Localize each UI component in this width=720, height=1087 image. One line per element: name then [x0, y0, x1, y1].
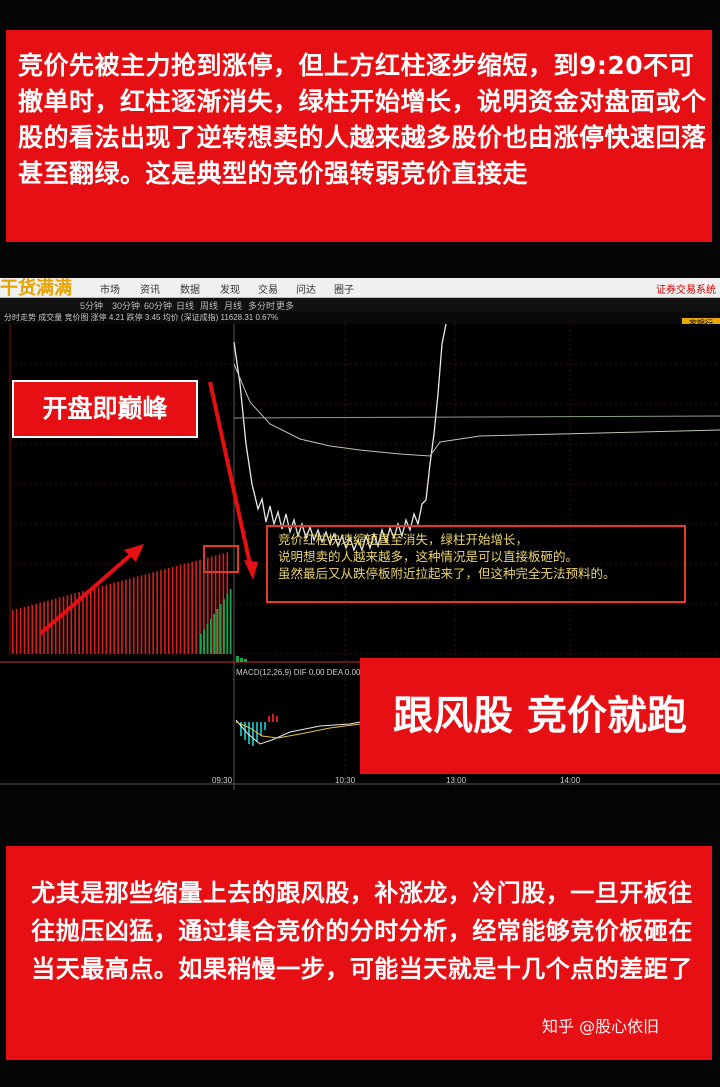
auction-bar-red: [195, 560, 197, 654]
auction-bar-red: [101, 585, 104, 654]
auction-bar-green: [213, 614, 215, 654]
tab-5min[interactable]: 5分钟: [80, 299, 103, 312]
annotation-line-1: 竞价红柱快速缩短直至消失，绿柱开始增长，: [278, 532, 529, 547]
top-explanation-text: 竞价先被主力抢到涨停，但上方红柱逐步缩短，到9:20不可撤单时，红柱逐渐消失，绿…: [18, 51, 707, 188]
time-label-1030: 10:30: [335, 776, 356, 785]
auction-bar-red: [179, 564, 182, 654]
auction-bar-red: [82, 591, 84, 654]
auction-bar-red: [12, 610, 14, 654]
stock-chart-screenshot: 干货满满 市场 资讯 数据 发现 交易 问达 圈子 证券交易系统 5分钟 30分…: [0, 278, 720, 790]
auction-bar-red: [58, 597, 61, 654]
tab-30min[interactable]: 30分钟: [112, 299, 140, 312]
tab-multi[interactable]: 多分时: [248, 299, 275, 312]
menu-item-circle[interactable]: 圈子: [334, 281, 354, 296]
auction-bar-green: [229, 589, 232, 654]
auction-bar-red: [187, 562, 190, 655]
menu-item-data[interactable]: 数据: [180, 281, 200, 296]
auction-bar-red: [136, 576, 139, 654]
auction-bar-red: [156, 571, 158, 654]
auction-bar-green: [209, 619, 212, 654]
auction-bar-red: [35, 603, 37, 654]
tab-60min[interactable]: 60分钟: [144, 299, 172, 312]
tab-day[interactable]: 日线: [176, 299, 194, 312]
auction-bar-green: [216, 609, 219, 654]
menu-item-news[interactable]: 资讯: [140, 281, 160, 296]
auction-bar-red: [175, 565, 178, 654]
quote-info-bar: 分时走势 成交量 竞价图 涨停 4.21 跌停 3.45 均价 (深证成指) 1…: [0, 312, 720, 324]
menu-bar: 干货满满 市场 资讯 数据 发现 交易 问达 圈子 证券交易系统: [0, 278, 720, 298]
auction-bar-red: [70, 594, 73, 655]
auction-bar-red: [97, 586, 100, 654]
menu-item-trade[interactable]: 交易: [258, 281, 278, 296]
auction-bar-red: [148, 573, 151, 655]
trading-system-link[interactable]: 证券交易系统: [656, 281, 716, 296]
auction-bar-red: [117, 581, 119, 654]
menu-item-market[interactable]: 市场: [100, 281, 120, 296]
auction-bar-red: [121, 580, 123, 654]
auction-bar-red: [183, 563, 186, 654]
peak-label: 开盘即巅峰: [12, 380, 198, 438]
auction-bar-red: [93, 587, 96, 654]
auction-bar-red: [164, 569, 166, 654]
auction-bar-red: [168, 568, 170, 654]
zhihu-watermark: 知乎 @股心依旧: [542, 1017, 660, 1036]
tab-week[interactable]: 周线: [200, 299, 218, 312]
auction-bar-red: [109, 583, 112, 655]
auction-bar-red: [113, 582, 115, 654]
auction-bar-red: [31, 604, 34, 655]
auction-bar-red: [171, 566, 174, 654]
auction-bar-red: [54, 598, 57, 654]
period-tabs: 5分钟 30分钟 60分钟 日线 周线 月线 多分时 更多: [0, 298, 720, 312]
auction-bar-red: [129, 578, 131, 654]
auction-bar-red: [125, 579, 127, 654]
auction-bar-red: [86, 590, 88, 654]
auction-bar-green: [203, 629, 206, 654]
auction-bar-green: [226, 594, 229, 654]
auction-bar-red: [23, 606, 26, 654]
auction-bar-red: [66, 595, 69, 654]
annotation-line-2: 说明想卖的人越来越多，这种情况是可以直接板砸的。: [278, 549, 579, 564]
auction-bar-red: [105, 584, 108, 654]
tab-month[interactable]: 月线: [224, 299, 242, 312]
time-label-1400: 14:00: [560, 776, 581, 785]
top-banner: 竞价先被主力抢到涨停，但上方红柱逐步缩短，到9:20不可撤单时，红柱逐渐消失，绿…: [6, 30, 712, 242]
auction-bar-red: [19, 607, 22, 654]
auction-bar-red: [214, 555, 217, 654]
auction-bar-red: [191, 561, 193, 654]
auction-bar-red: [140, 575, 143, 654]
auction-bar-red: [144, 574, 147, 654]
run-label: 跟风股 竞价就跑: [360, 658, 720, 774]
auction-bar-green: [223, 599, 225, 654]
tab-more[interactable]: 更多: [276, 299, 294, 312]
bottom-explanation-text: 尤其是那些缩量上去的跟风股，补涨龙，冷门股，一旦开板往往抛压凶猛，通过集合竞价的…: [31, 879, 693, 983]
auction-bar-green: [219, 604, 222, 654]
auction-bar-red: [132, 577, 135, 654]
auction-bar-green: [200, 634, 202, 654]
menu-item-ask[interactable]: 问达: [296, 281, 316, 296]
macd-label: MACD(12,26,9) DIF 0.00 DEA 0.00: [236, 668, 361, 677]
time-label-1300: 13:00: [446, 776, 467, 785]
auction-bar-red: [15, 608, 18, 654]
auction-bar-red: [90, 589, 92, 654]
auction-bar-red: [27, 605, 30, 654]
auction-bar-red: [160, 570, 162, 654]
auction-bar-red: [39, 602, 41, 654]
auction-bar-red: [62, 596, 65, 654]
annotation-box: 竞价红柱快速缩短直至消失，绿柱开始增长， 说明想卖的人越来越多，这种情况是可以直…: [266, 525, 686, 603]
auction-bar-green: [206, 624, 209, 654]
auction-bar-red: [152, 572, 154, 654]
annotation-line-3: 虽然最后又从跌停板附近拉起来了，但这种完全无法预料的。: [278, 566, 616, 581]
menu-item-discover[interactable]: 发现: [220, 281, 240, 296]
app-title: 干货满满: [0, 278, 72, 298]
time-label-0930: 09:30: [212, 776, 233, 785]
